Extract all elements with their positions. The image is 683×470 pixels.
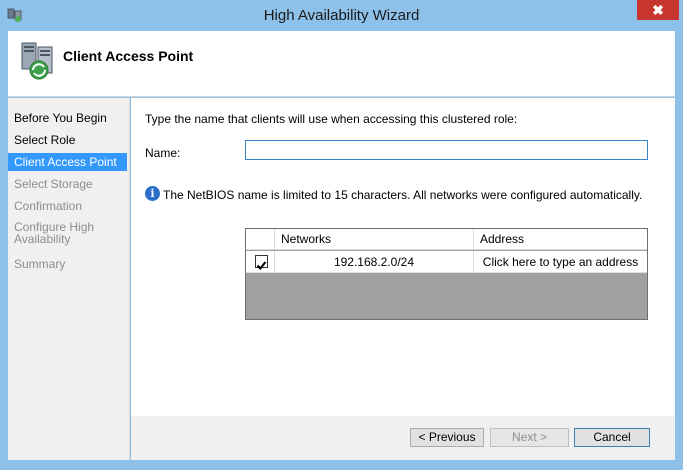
wizard-steps-panel: Before You Begin Select Role Client Acce…	[8, 98, 130, 460]
close-button[interactable]: ✖	[637, 0, 679, 20]
checkbox-column-header	[246, 229, 275, 250]
checkbox-cell	[246, 251, 275, 273]
close-icon: ✖	[652, 2, 664, 18]
step-select-role[interactable]: Select Role	[8, 131, 127, 149]
instruction-text: Type the name that clients will use when…	[145, 112, 518, 126]
network-checkbox[interactable]	[255, 255, 268, 271]
network-cell: 192.168.2.0/24	[275, 251, 474, 273]
title-bar[interactable]: High Availability Wizard ✖	[0, 0, 683, 31]
content-panel: Type the name that clients will use when…	[131, 98, 675, 416]
grid-header: Networks Address	[246, 229, 647, 250]
networks-grid: Networks Address 192.168.2.0/24 Click he…	[245, 228, 648, 320]
checkmark-icon	[256, 261, 267, 271]
cancel-button[interactable]: Cancel	[574, 428, 650, 447]
next-button: Next >	[490, 428, 569, 447]
window-title: High Availability Wizard	[263, 7, 420, 24]
wizard-header: Client Access Point	[8, 31, 675, 97]
column-header-address[interactable]: Address	[474, 229, 647, 250]
step-configure-high-availability: Configure High Availability	[8, 219, 127, 247]
step-select-storage: Select Storage	[14, 177, 93, 191]
column-header-networks[interactable]: Networks	[275, 229, 474, 250]
wizard-window: High Availability Wizard ✖ Client Access…	[0, 0, 683, 470]
info-text: The NetBIOS name is limited to 15 charac…	[163, 188, 643, 202]
step-client-access-point[interactable]: Client Access Point	[8, 153, 127, 171]
name-input[interactable]	[245, 140, 648, 160]
name-label: Name:	[145, 146, 181, 160]
info-icon: i	[145, 186, 160, 201]
button-bar: < Previous Next > Cancel	[131, 416, 675, 460]
page-title: Client Access Point	[63, 48, 194, 64]
step-confirmation: Confirmation	[14, 199, 83, 213]
cluster-role-icon	[21, 42, 53, 80]
step-summary: Summary	[14, 257, 66, 271]
step-before-you-begin[interactable]: Before You Begin	[8, 109, 127, 127]
step-label-line2: Availability	[14, 232, 71, 246]
previous-button[interactable]: < Previous	[410, 428, 484, 447]
table-row: 192.168.2.0/24 Click here to type an add…	[246, 251, 647, 273]
address-cell[interactable]: Click here to type an address	[474, 251, 647, 273]
